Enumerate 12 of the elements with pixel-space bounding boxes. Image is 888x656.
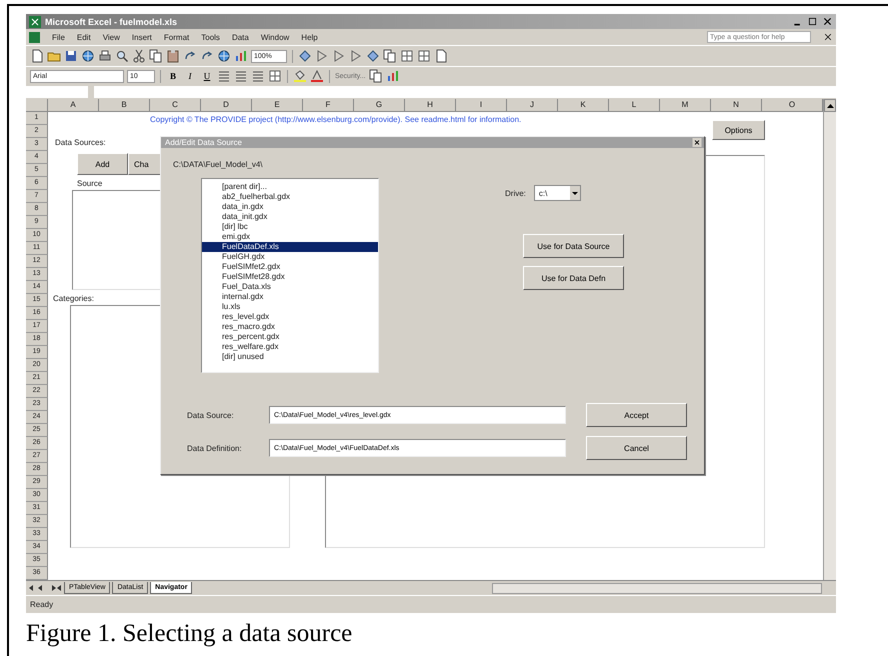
source-label: Source: [77, 179, 102, 188]
data-sources-label: Data Sources:: [55, 138, 106, 147]
data-source-label: Data Source:: [186, 410, 235, 420]
dialog-title: Add/Edit Data Source: [165, 138, 243, 147]
copyright-text: Copyright © The PROVIDE project (http://www.elsenburg.com/provide). See readme.html for information.: [150, 115, 522, 124]
categories-label: Categories:: [53, 294, 94, 303]
figure-caption: Figure 1. Selecting a data source: [26, 620, 354, 648]
folder-path: C:\DATA\Fuel_Model_v4\: [173, 160, 264, 169]
window-title: Microsoft Excel - fuelmodel.xls: [45, 16, 178, 26]
data-definition-label: Data Definition:: [186, 444, 243, 452]
drive-label: Drive:: [505, 188, 526, 198]
status-text: Ready: [26, 595, 836, 613]
